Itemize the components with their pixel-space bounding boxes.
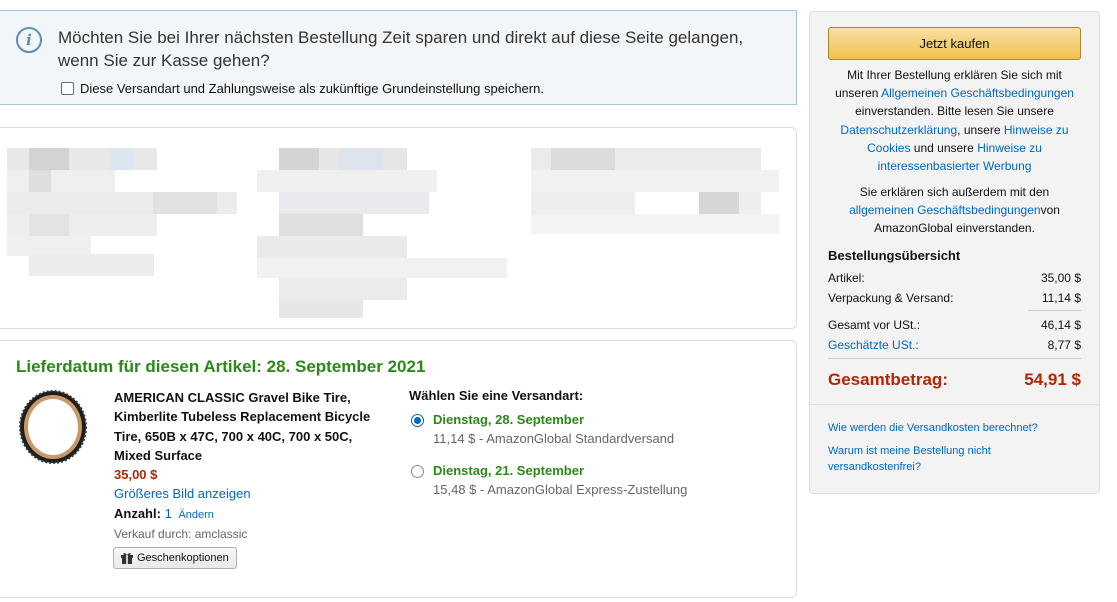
shipping-option-express[interactable]: Dienstag, 21. September 15,48 $ - Amazon…	[409, 462, 779, 499]
legal-text: und unsere	[910, 140, 978, 155]
amazonglobal-notice: Sie erklären sich außerdem mit den allge…	[828, 183, 1081, 238]
shipping-description[interactable]: 11,14 $ - AmazonGlobal Standardversand	[433, 429, 779, 448]
redacted-block	[257, 170, 437, 192]
redacted-block	[635, 192, 699, 214]
shipping-heading: Wählen Sie eine Versandart:	[409, 388, 584, 403]
summary-label: Verpackung & Versand:	[828, 291, 954, 305]
order-summary-box: Jetzt kaufen Mit Ihrer Bestellung erklär…	[809, 11, 1100, 494]
quantity-row: Anzahl: 1 Ändern	[114, 504, 379, 525]
redacted-block	[29, 254, 154, 276]
gift-options-button[interactable]: Geschenkoptionen	[113, 547, 237, 569]
product-details: AMERICAN CLASSIC Gravel Bike Tire, Kimbe…	[114, 388, 379, 544]
terms-link[interactable]: Allgemeinen Geschäftsbedingungen	[881, 86, 1074, 100]
faq-shipping-costs-link[interactable]: Wie werden die Versandkosten berechnet?	[828, 420, 1081, 436]
redacted-block	[29, 170, 51, 192]
legal-text: , unsere	[957, 122, 1004, 137]
buy-now-button[interactable]: Jetzt kaufen	[828, 27, 1081, 60]
redacted-block	[551, 148, 615, 170]
shipping-date[interactable]: Dienstag, 28. September	[433, 411, 779, 429]
info-icon: i	[16, 27, 42, 53]
shipping-radio-express[interactable]	[411, 465, 424, 478]
shipping-radio-standard[interactable]	[411, 414, 424, 427]
summary-row-subtotal: Gesamt vor USt.: 46,14 $	[828, 318, 1081, 332]
summary-value: 11,14 $	[1041, 291, 1081, 305]
redacted-block	[279, 214, 363, 236]
redacted-block	[279, 192, 429, 214]
save-default-checkbox-row[interactable]: Diese Versandart und Zahlungsweise als z…	[61, 81, 544, 96]
summary-value: 46,14 $	[1040, 318, 1081, 332]
shipping-option-standard[interactable]: Dienstag, 28. September 11,14 $ - Amazon…	[409, 411, 779, 448]
delivery-card: Lieferdatum für diesen Artikel: 28. Sept…	[0, 340, 797, 598]
bigger-image-link[interactable]: Größeres Bild anzeigen	[114, 484, 379, 503]
summary-row-shipping: Verpackung & Versand: 11,14 $	[828, 291, 1081, 305]
delivery-date-title: Lieferdatum für diesen Artikel: 28. Sept…	[16, 357, 426, 376]
estimated-tax-link[interactable]: Geschätzte USt.:	[828, 338, 919, 352]
redacted-block	[153, 192, 217, 214]
redacted-block	[279, 278, 407, 300]
summary-label: Artikel:	[828, 271, 865, 285]
grand-total-label: Gesamtbetrag:	[828, 370, 948, 389]
legal-text: einverstanden. Bitte lesen Sie unsere	[855, 104, 1054, 119]
quantity-label: Anzahl:	[114, 505, 161, 521]
product-price: 35,00 $	[114, 467, 158, 483]
order-summary-title: Bestellungsübersicht	[828, 248, 961, 263]
redacted-block	[7, 170, 115, 192]
summary-divider	[810, 404, 1099, 405]
legal-text: Sie erklären sich außerdem mit den	[859, 185, 1050, 199]
bike-tire-image[interactable]	[17, 389, 89, 465]
save-default-checkbox[interactable]	[61, 82, 74, 95]
legal-notice: Mit Ihrer Bestellung erklären Sie sich m…	[828, 66, 1081, 175]
redacted-block	[339, 148, 383, 170]
summary-value: 35,00 $	[1040, 271, 1081, 285]
quantity-value: 1	[164, 505, 172, 521]
save-preferences-banner: i Möchten Sie bei Ihrer nächsten Bestell…	[0, 10, 797, 105]
banner-headline: Möchten Sie bei Ihrer nächsten Bestellun…	[58, 28, 744, 70]
redacted-block	[531, 214, 779, 234]
gift-icon	[121, 553, 133, 564]
shipping-description[interactable]: 15,48 $ - AmazonGlobal Express-Zustellun…	[433, 480, 779, 499]
redacted-block	[531, 170, 779, 192]
grand-total-row: Gesamtbetrag: 54,91 $	[828, 370, 1081, 390]
shipping-date[interactable]: Dienstag, 21. September	[433, 462, 779, 480]
summary-row-tax: Geschätzte USt.: 8,77 $	[828, 338, 1081, 352]
redacted-block	[29, 148, 69, 170]
global-terms-link[interactable]: allgemeinen Geschäftsbedingungen	[849, 203, 1040, 217]
redacted-block	[279, 148, 319, 170]
summary-divider	[828, 358, 1081, 359]
sold-by: Verkauf durch: amclassic	[114, 527, 248, 542]
redacted-block	[257, 236, 407, 258]
redacted-block	[279, 300, 363, 318]
summary-label: Gesamt vor USt.:	[828, 318, 921, 332]
summary-divider	[1028, 310, 1081, 311]
redacted-block	[29, 214, 69, 236]
redacted-block	[109, 148, 133, 170]
product-title[interactable]: AMERICAN CLASSIC Gravel Bike Tire, Kimbe…	[114, 388, 379, 465]
change-quantity-link[interactable]: Ändern	[178, 509, 213, 521]
gift-options-label[interactable]: Geschenkoptionen	[137, 552, 229, 564]
shipping-options: Wählen Sie eine Versandart: Dienstag, 28…	[409, 388, 779, 513]
save-default-checkbox-label[interactable]: Diese Versandart und Zahlungsweise als z…	[80, 81, 544, 96]
redacted-block	[7, 236, 91, 256]
address-payment-panel-redacted	[0, 127, 797, 329]
faq-free-shipping-link[interactable]: Warum ist meine Bestellung nicht versand…	[828, 443, 1081, 475]
summary-value: 8,77 $	[1047, 338, 1081, 352]
grand-total-value: 54,91 $	[1024, 370, 1081, 389]
summary-row-items: Artikel: 35,00 $	[828, 271, 1081, 285]
privacy-link[interactable]: Datenschutzerklärung	[840, 123, 957, 137]
redacted-block	[699, 192, 739, 214]
redacted-block	[257, 258, 507, 278]
